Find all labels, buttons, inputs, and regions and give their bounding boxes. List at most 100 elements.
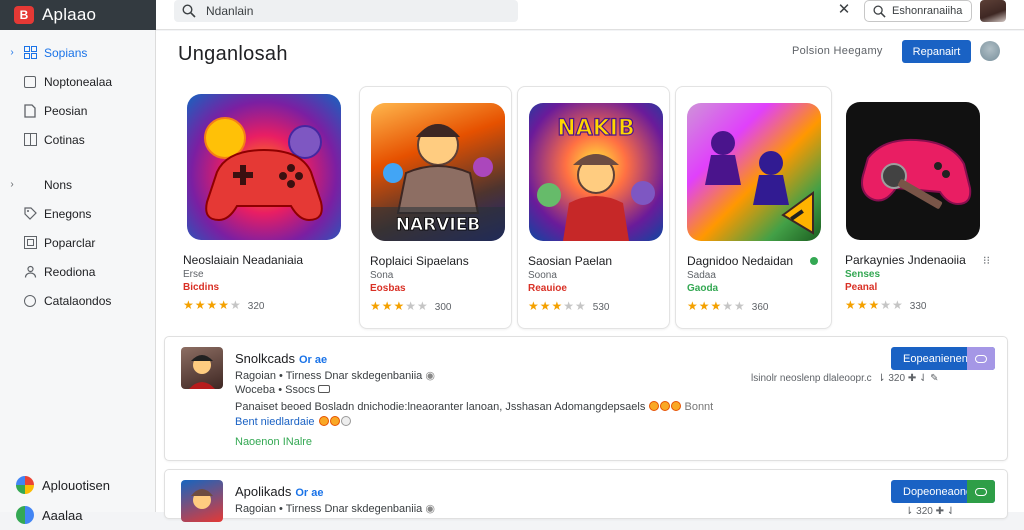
star-rating: ★★★★★ 300 [370, 299, 452, 313]
app-card-tag: Bicdins [183, 282, 220, 293]
colorful-app-icon [16, 476, 34, 494]
sidebar-item-nons[interactable]: › Nons [0, 170, 156, 199]
info-icon: ◉ [425, 503, 435, 515]
sidebar-item-noptonealaa[interactable]: Noptonealaa [0, 67, 156, 96]
info-icon: ◉ [425, 370, 435, 382]
warrior-artwork-icon: NARVIEB [371, 124, 505, 241]
app-card-subtitle: Erse [183, 269, 204, 280]
sidebar-item-label: Enegons [44, 206, 92, 221]
search-icon [182, 4, 196, 18]
app-card-image [846, 102, 980, 240]
app-card-tag: Gaoda [687, 283, 719, 294]
app-card-image [687, 103, 821, 241]
search-icon [873, 4, 886, 18]
app-card-title: Neoslaiain Neadaniaia [183, 253, 304, 267]
app-card-title: Parkaynies Jndenaoiia [845, 253, 966, 267]
app-card[interactable]: Neoslaiain Neadaniaia Erse Bicdins ★★★★★… [176, 86, 346, 329]
svg-text:NARVIEB: NARVIEB [396, 215, 481, 235]
page-title: Unganlosah [178, 43, 288, 65]
toggle-icon[interactable] [967, 480, 995, 503]
verified-badge: Or ae [298, 354, 328, 366]
app-icon [16, 506, 34, 524]
gamepad-icon [204, 117, 323, 222]
rating-count: 330 [909, 301, 927, 312]
sidebar-item-label: Reodiona [44, 264, 96, 279]
emoji-icon [340, 416, 351, 426]
toggle-icon[interactable] [967, 347, 995, 370]
list-item-status: Naoenon INalre [235, 436, 313, 448]
list-item-meta: Woceba • Ssocs [235, 384, 331, 396]
star-rating: ★★★★★ 530 [528, 299, 610, 313]
sidebar-item-poparclar[interactable]: Poparclar [0, 228, 156, 257]
search-input[interactable]: Ndanlain [174, 0, 518, 22]
footer-item-aaalaa[interactable]: Aaalaa [0, 500, 156, 530]
search-pill-input[interactable]: Eshonranaiiha [864, 0, 972, 22]
sidebar-item-reodiona[interactable]: Reodiona [0, 257, 156, 286]
sidebar-item-peosian[interactable]: Peosian [0, 96, 156, 125]
app-card-title: Saosian Paelan [528, 254, 613, 268]
footer-item-aplouotisen[interactable]: Aplouotisen [0, 470, 156, 500]
grid-icon [22, 46, 38, 60]
document-icon [22, 103, 38, 118]
list-item-action-button[interactable]: Dopeoneaonen [891, 480, 995, 503]
sidebar-item-catalaondos[interactable]: Catalaondos [0, 286, 156, 315]
sidebar-item-sopians[interactable]: › Sopians [0, 38, 156, 67]
app-card-subtitle: Senses [845, 269, 881, 280]
app-card-tag: Eosbas [370, 283, 406, 294]
box-icon [22, 236, 38, 250]
app-card-subtitle: Sona [370, 270, 394, 281]
featured-cards: Neoslaiain Neadaniaia Erse Bicdins ★★★★★… [156, 86, 1024, 330]
emoji-icon [649, 401, 660, 411]
list-item-side-meta: lsinolr neoslenp dlaleoopr.c ⇂ 320 ✚ ⇃ ✎ [751, 373, 939, 384]
columns-icon [22, 133, 38, 147]
star-rating: ★★★★★ 360 [687, 299, 769, 313]
user-avatar[interactable] [980, 0, 1006, 22]
app-logo-icon: B [14, 6, 34, 24]
more-options-icon[interactable]: ⁝⁝ [983, 254, 990, 267]
account-avatar[interactable] [980, 41, 1000, 61]
app-thumbnail [181, 480, 223, 522]
footer-item-label: Aplouotisen [42, 477, 110, 493]
app-card-tag: Reauioe [528, 283, 567, 294]
app-card-title: Roplaici Sipaelans [370, 254, 469, 268]
emoji-icon [329, 416, 340, 426]
app-card-subtitle: Soona [528, 270, 557, 281]
app-card[interactable]: Parkaynies Jndenaoiia Senses Peanal ★★★★… [839, 86, 1007, 329]
app-card[interactable]: NARVIEB Roplaici Sipaelans Sona Eosbas ★… [359, 86, 512, 329]
app-card-tag: Peanal [845, 282, 878, 293]
app-card[interactable]: Dagnidoo Nedaidan Sadaa Gaoda ★★★★★ 360 [675, 86, 832, 329]
chevron-right-icon: › [10, 179, 14, 190]
tag-icon [318, 385, 331, 393]
list-item-highlight: Bent niedlardaie [235, 416, 351, 428]
rating-count: 360 [751, 302, 769, 313]
list-item-action-button[interactable]: Eopeanienen [891, 347, 995, 370]
search-value: Ndanlain [206, 4, 254, 18]
app-name: Aplaao [42, 5, 97, 24]
footer-item-label: Aaalaa [42, 507, 83, 523]
app-card-image [187, 94, 341, 240]
star-rating: ★★★★★ 320 [183, 298, 265, 312]
circle-icon [22, 294, 38, 308]
app-card-subtitle: Sadaa [687, 270, 716, 281]
sidebar-item-enegons[interactable]: Enegons [0, 199, 156, 228]
list-item[interactable]: Snolkcads Or ae Ragoian • Tirness Dnar sk… [164, 336, 1008, 461]
sidebar-item-cotinas[interactable]: Cotinas [0, 125, 156, 154]
sidebar-item-label: Noptonealaa [44, 74, 113, 89]
rating-count: 530 [592, 302, 610, 313]
sidebar-nav: › Sopians Noptonealaa Peosian Cotinas › … [0, 38, 156, 315]
app-card-image: NARVIEB [371, 103, 505, 241]
tag-icon [22, 207, 38, 221]
header-link[interactable]: Polsion Heegamy [792, 45, 883, 57]
sidebar-item-label: Poparclar [44, 235, 96, 250]
sidebar-item-label: Peosian [44, 103, 88, 118]
app-card[interactable]: NAKIB Saosian Paelan Soona Reauioe ★★★★★… [517, 86, 670, 329]
brand-bar[interactable]: B Aplaao [0, 0, 156, 30]
list-icon [22, 75, 38, 89]
close-icon[interactable]: ✕ [836, 2, 852, 18]
sidebar-item-label: Cotinas [44, 132, 85, 147]
header-primary-button[interactable]: Repanairt [902, 40, 971, 63]
app-thumbnail [181, 347, 223, 389]
sidebar-footer: Aplouotisen Aaalaa [0, 470, 156, 530]
rating-count: 320 [247, 301, 265, 312]
list-item-category: Ragoian • Tirness Dnar skdegenbaniia ◉ [235, 503, 435, 515]
